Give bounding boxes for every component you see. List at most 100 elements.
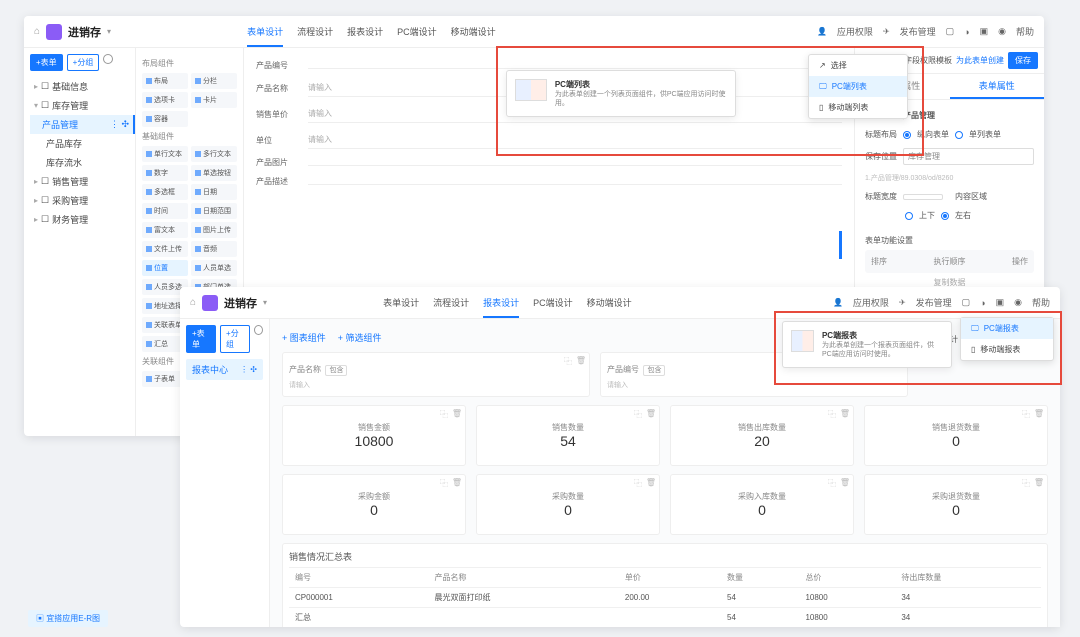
card-tool-icon[interactable]: 🗑 bbox=[840, 409, 850, 420]
component-item[interactable]: 人员单选 bbox=[191, 260, 237, 276]
topbar-icon-2[interactable]: ◑ bbox=[980, 298, 985, 308]
card-tool-icon[interactable]: ⿻ bbox=[634, 478, 642, 489]
tab-mobile-design[interactable]: 移动端设计 bbox=[587, 296, 632, 309]
tab-flow-design[interactable]: 流程设计 bbox=[297, 25, 333, 38]
link-create-for-form[interactable]: 为此表单创建 bbox=[956, 55, 1004, 66]
tab-form-design[interactable]: 表单设计 bbox=[247, 25, 283, 38]
card-tool-icon[interactable]: 🗑 bbox=[646, 478, 656, 489]
tree-item-active[interactable]: 产品管理 ⋮ ✣ bbox=[30, 115, 135, 134]
add-form-button[interactable]: +表单 bbox=[30, 54, 63, 71]
card-tool-icon[interactable]: ⿻ bbox=[1022, 478, 1030, 489]
card-tool-icon[interactable]: 🗑 bbox=[452, 409, 462, 420]
topbar-icon-4[interactable]: ◉ bbox=[1014, 297, 1022, 308]
dd-item-mobile[interactable]: ▯移动端列表 bbox=[809, 97, 907, 118]
add-chart-button[interactable]: + 图表组件 bbox=[282, 331, 326, 348]
filter-op[interactable]: 包含 bbox=[325, 365, 347, 376]
filter-op[interactable]: 包含 bbox=[643, 365, 665, 376]
component-item[interactable]: 时间 bbox=[142, 203, 188, 219]
component-item[interactable]: 布局 bbox=[142, 73, 188, 89]
dd-item[interactable]: ↗选择 bbox=[809, 55, 907, 76]
dd-item-mobile[interactable]: ▯移动端报表 bbox=[961, 339, 1053, 360]
width-input[interactable] bbox=[903, 194, 943, 200]
component-item[interactable]: 卡片 bbox=[191, 92, 237, 108]
card-tool-icon[interactable]: ⿻ bbox=[440, 409, 448, 420]
card-tool-icon[interactable]: ⿻ bbox=[1022, 409, 1030, 420]
component-item[interactable]: 单行文本 bbox=[142, 146, 188, 162]
save-button[interactable]: 保存 bbox=[1008, 52, 1038, 69]
add-filter-button[interactable]: + 筛选组件 bbox=[338, 331, 382, 348]
card-tool-icon[interactable]: 🗑 bbox=[840, 478, 850, 489]
component-item[interactable]: 单选按钮 bbox=[191, 165, 237, 181]
topbar-icon-3[interactable]: ▣ bbox=[980, 26, 989, 37]
tab-pc-design[interactable]: PC端设计 bbox=[533, 296, 573, 309]
tree-item[interactable]: 库存流水 bbox=[30, 153, 129, 172]
topbar-icon-1[interactable]: ▢ bbox=[946, 26, 955, 37]
tree-item[interactable]: ▸☐ 采购管理 bbox=[30, 191, 129, 210]
card-tool-icon[interactable]: 🗑 bbox=[576, 356, 586, 367]
topbar-icon-2[interactable]: ◑ bbox=[964, 27, 969, 37]
tab-form-design[interactable]: 表单设计 bbox=[383, 296, 419, 309]
filter-input[interactable]: 请输入 bbox=[289, 380, 583, 390]
er-diagram-tag[interactable]: ▣ 宜搭应用E-R图 bbox=[28, 610, 108, 627]
field-input[interactable] bbox=[308, 178, 842, 185]
component-item[interactable]: 分栏 bbox=[191, 73, 237, 89]
component-item[interactable]: 多选框 bbox=[142, 184, 188, 200]
nav-publish[interactable]: 发布管理 bbox=[900, 25, 936, 38]
card-tool-icon[interactable]: ⿻ bbox=[564, 356, 572, 367]
dd-item-pc[interactable]: 🖵PC端列表 bbox=[809, 76, 907, 97]
card-tool-icon[interactable]: 🗑 bbox=[1034, 478, 1044, 489]
tree-item[interactable]: ▾☐ 库存管理 bbox=[30, 96, 129, 115]
component-item[interactable]: 容器 bbox=[142, 111, 188, 127]
sidebar-item-report-center[interactable]: 报表中心⋮ ✣ bbox=[186, 359, 263, 380]
component-item[interactable]: 多行文本 bbox=[191, 146, 237, 162]
tree-item[interactable]: ▸☐ 销售管理 bbox=[30, 172, 129, 191]
card-tool-icon[interactable]: ⿻ bbox=[634, 409, 642, 420]
card-tool-icon[interactable]: 🗑 bbox=[452, 478, 462, 489]
tree-item[interactable]: ▸☐ 基础信息 bbox=[30, 77, 129, 96]
props-tab-form[interactable]: 表单属性 bbox=[950, 74, 1045, 99]
nav-permissions[interactable]: 应用权限 bbox=[837, 25, 873, 38]
search-icon[interactable] bbox=[254, 325, 263, 335]
card-tool-icon[interactable]: ⿻ bbox=[828, 409, 836, 420]
tab-report-design[interactable]: 报表设计 bbox=[483, 296, 519, 309]
add-group-button[interactable]: +分组 bbox=[220, 325, 250, 353]
nav-permissions[interactable]: 应用权限 bbox=[853, 296, 889, 309]
card-tool-icon[interactable]: ⿻ bbox=[440, 478, 448, 489]
radio-single[interactable] bbox=[955, 131, 963, 139]
tree-item[interactable]: ▸☐ 财务管理 bbox=[30, 210, 129, 229]
chevron-down-icon[interactable]: ▾ bbox=[107, 27, 111, 36]
tab-flow-design[interactable]: 流程设计 bbox=[433, 296, 469, 309]
topbar-icon-3[interactable]: ▣ bbox=[996, 297, 1005, 308]
search-icon[interactable] bbox=[103, 54, 113, 64]
radio-ud[interactable] bbox=[905, 212, 913, 220]
radio-lr[interactable] bbox=[941, 212, 949, 220]
help-link[interactable]: 帮助 bbox=[1032, 296, 1050, 309]
component-item[interactable]: 音频 bbox=[191, 241, 237, 257]
component-item[interactable]: 富文本 bbox=[142, 222, 188, 238]
tree-item[interactable]: 产品库存 bbox=[30, 134, 129, 153]
card-tool-icon[interactable]: 🗑 bbox=[1034, 409, 1044, 420]
tab-report-design[interactable]: 报表设计 bbox=[347, 25, 383, 38]
component-item[interactable]: 数字 bbox=[142, 165, 188, 181]
nav-publish[interactable]: 发布管理 bbox=[916, 296, 952, 309]
chevron-down-icon[interactable]: ▾ bbox=[263, 298, 267, 307]
component-item[interactable]: 图片上传 bbox=[191, 222, 237, 238]
topbar-icon-4[interactable]: ◉ bbox=[998, 26, 1006, 37]
add-report-button[interactable]: +表单 bbox=[186, 325, 216, 353]
card-tool-icon[interactable]: 🗑 bbox=[646, 409, 656, 420]
card-tool-icon[interactable]: ⿻ bbox=[828, 478, 836, 489]
topbar-icon-1[interactable]: ▢ bbox=[962, 297, 971, 308]
component-item[interactable]: 日期范围 bbox=[191, 203, 237, 219]
add-group-button[interactable]: +分组 bbox=[67, 54, 100, 71]
tab-pc-design[interactable]: PC端设计 bbox=[397, 25, 437, 38]
help-link[interactable]: 帮助 bbox=[1016, 25, 1034, 38]
component-item[interactable]: 选项卡 bbox=[142, 92, 188, 108]
home-icon[interactable]: ⌂ bbox=[34, 26, 40, 37]
dd-item-pc[interactable]: 🖵PC端报表 bbox=[961, 319, 1053, 339]
component-item[interactable]: 位置 bbox=[142, 260, 188, 276]
component-item[interactable]: 日期 bbox=[191, 184, 237, 200]
component-item[interactable]: 文件上传 bbox=[142, 241, 188, 257]
home-icon[interactable]: ⌂ bbox=[190, 297, 196, 308]
field-input[interactable] bbox=[308, 159, 842, 166]
tab-mobile-design[interactable]: 移动端设计 bbox=[451, 25, 496, 38]
